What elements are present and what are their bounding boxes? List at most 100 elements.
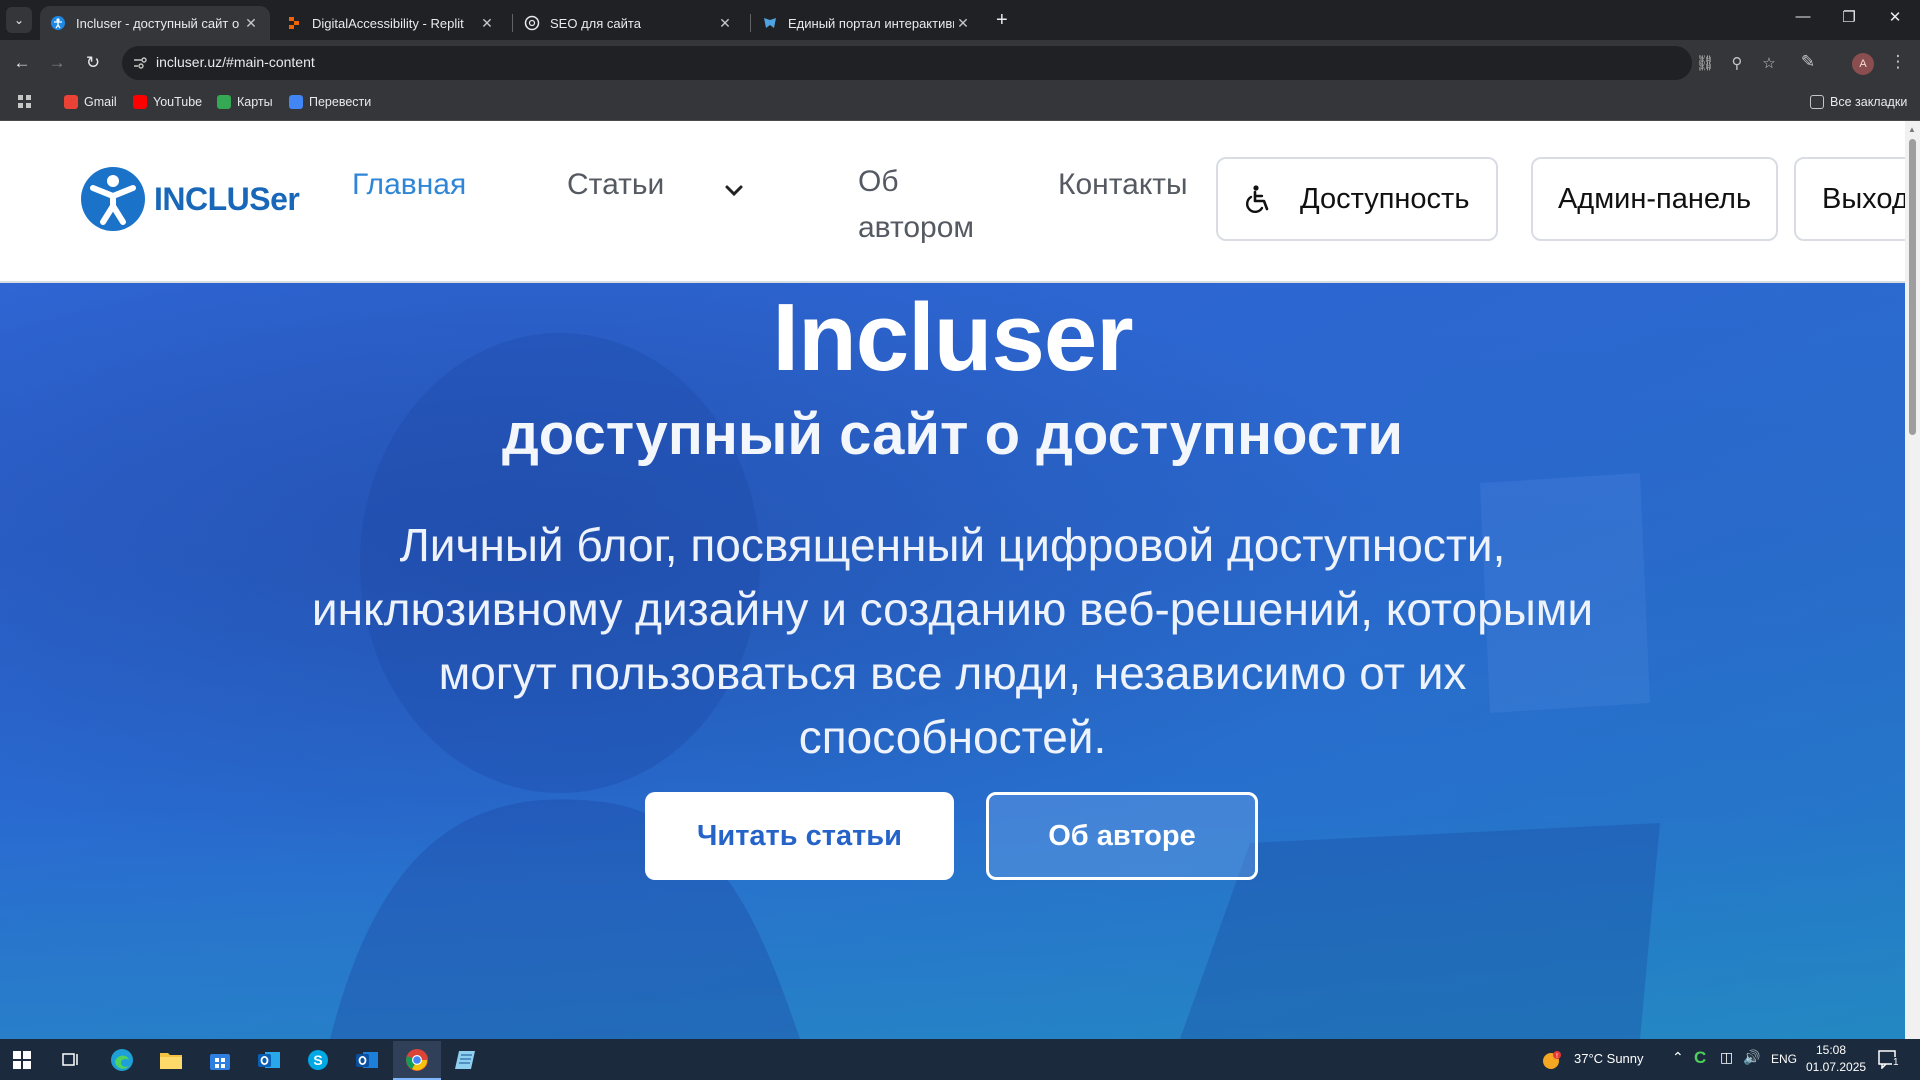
site-info-icon[interactable] — [132, 55, 148, 71]
language-indicator[interactable]: ENG — [1771, 1052, 1797, 1066]
svg-text:!: ! — [1556, 1053, 1558, 1060]
close-tab-icon[interactable]: ✕ — [716, 15, 734, 32]
incluser-favicon-icon — [51, 16, 65, 30]
nav-about[interactable]: Об автором — [858, 159, 974, 251]
youtube-icon — [133, 95, 147, 109]
hero-title: Incluser — [772, 284, 1133, 391]
task-view-icon[interactable] — [56, 1045, 86, 1075]
tab-divider — [512, 14, 513, 32]
hero-subtitle: доступный сайт о доступности — [501, 402, 1404, 467]
browser-tab-incluser[interactable]: Incluser - доступный сайт о до ✕ — [40, 6, 270, 40]
tab-title: SEO для сайта — [550, 15, 641, 31]
page-viewport: INCLUSer Главная Статьи Об автором Конта… — [0, 121, 1905, 1039]
gmail-icon — [64, 95, 78, 109]
forward-icon[interactable]: → — [44, 50, 70, 76]
tab-divider — [750, 14, 751, 32]
browser-tab-replit[interactable]: DigitalAccessibility - Replit ✕ — [276, 6, 506, 40]
windows-taskbar: S ! 37°C Sunny ⌃ C ◫ 🔊 ENG 15:08 01.07.2… — [0, 1039, 1920, 1080]
bookmarks-bar: Gmail YouTube Карты Перевести Все заклад… — [0, 86, 1920, 121]
close-tab-icon[interactable]: ✕ — [242, 15, 260, 32]
outlook-icon[interactable] — [254, 1045, 284, 1075]
skype-icon[interactable]: S — [303, 1045, 333, 1075]
scroll-up-icon[interactable]: ▲ — [1908, 125, 1916, 134]
tab-title: DigitalAccessibility - Replit — [312, 15, 464, 31]
clock-date[interactable]: 01.07.2025 — [1806, 1060, 1866, 1074]
notepad-icon[interactable] — [450, 1045, 480, 1075]
bookmark-label: Gmail — [84, 95, 117, 109]
tray-chevron-up-icon[interactable]: ⌃ — [1672, 1049, 1684, 1066]
tab-search-dropdown-icon[interactable]: ⌄ — [6, 7, 32, 33]
file-explorer-icon[interactable] — [156, 1045, 186, 1075]
volume-icon[interactable]: 🔊 — [1743, 1049, 1760, 1066]
network-icon[interactable]: ◫ — [1720, 1049, 1733, 1066]
nav-about-line2: автором — [858, 211, 975, 244]
clock-time[interactable]: 15:08 — [1816, 1043, 1846, 1057]
svg-text:S: S — [313, 1052, 322, 1068]
all-bookmarks-label: Все закладки — [1830, 95, 1908, 109]
bookmark-translate[interactable]: Перевести — [289, 95, 371, 109]
nav-contacts[interactable]: Контакты — [1058, 168, 1188, 202]
about-author-button[interactable]: Об авторе — [986, 792, 1258, 880]
nav-articles[interactable]: Статьи — [567, 168, 664, 202]
browser-toolbar: ← → ↻ incluser.uz/#main-content ⛓ ⚲ ☆ ✎ … — [0, 40, 1920, 86]
read-articles-button[interactable]: Читать статьи — [645, 792, 954, 880]
replit-favicon-icon — [289, 17, 299, 29]
accessibility-person-logo-icon — [81, 167, 145, 231]
tab-title: Единый портал интерактивны — [788, 15, 954, 31]
windows-start-icon[interactable] — [7, 1045, 37, 1075]
all-bookmarks[interactable]: Все закладки — [1810, 95, 1907, 109]
menu-kebab-icon[interactable]: ⋮ — [1886, 52, 1910, 72]
browser-tab-seo[interactable]: SEO для сайта ✕ — [514, 6, 744, 40]
zoom-icon[interactable]: ⚲ — [1726, 54, 1748, 72]
scrollbar-thumb[interactable] — [1909, 139, 1916, 435]
notifications-count: 1 — [1892, 1057, 1900, 1068]
bookmark-maps[interactable]: Карты — [217, 95, 273, 109]
chrome-taskbar-icon[interactable] — [393, 1041, 441, 1080]
logout-button[interactable]: Выход — [1794, 157, 1905, 241]
close-tab-icon[interactable]: ✕ — [478, 15, 496, 32]
outlook-new-icon[interactable] — [352, 1045, 382, 1075]
minimize-icon[interactable]: — — [1788, 8, 1818, 25]
close-tab-icon[interactable]: ✕ — [954, 15, 972, 32]
profile-avatar[interactable]: A — [1852, 53, 1874, 75]
hero-section: Incluser доступный сайт о доступности Ли… — [0, 283, 1905, 1039]
bookmark-gmail[interactable]: Gmail — [64, 95, 117, 109]
restore-icon[interactable]: ❐ — [1834, 8, 1864, 26]
new-tab-icon[interactable]: + — [996, 9, 1008, 32]
url-text[interactable]: incluser.uz/#main-content — [156, 54, 315, 70]
extensions-icon[interactable]: ✎ — [1796, 52, 1820, 72]
accessibility-button-label: Доступность — [1300, 182, 1470, 215]
bookmark-label: Карты — [237, 95, 273, 109]
admin-panel-button[interactable]: Админ-панель — [1531, 157, 1778, 241]
hero-description: Личный блог, посвященный цифровой доступ… — [311, 519, 1594, 763]
browser-tab-strip: ⌄ Incluser - доступный сайт о до ✕ Digit… — [0, 0, 1920, 40]
bookmark-label: Перевести — [309, 95, 372, 109]
wheelchair-icon — [1246, 185, 1269, 213]
bookmark-label: YouTube — [153, 95, 203, 109]
logout-button-label: Выход — [1822, 182, 1905, 215]
close-window-icon[interactable]: ✕ — [1880, 8, 1910, 26]
site-header: INCLUSer Главная Статьи Об автором Конта… — [0, 121, 1905, 283]
apps-grid-icon[interactable] — [18, 95, 32, 109]
reload-icon[interactable]: ↻ — [80, 50, 106, 76]
translate-icon — [289, 95, 303, 109]
admin-panel-button-label: Админ-панель — [1557, 182, 1752, 215]
password-key-icon[interactable]: ⛓ — [1694, 54, 1716, 72]
chevron-down-icon[interactable] — [722, 179, 746, 208]
edge-browser-icon[interactable] — [107, 1045, 137, 1075]
address-bar[interactable]: incluser.uz/#main-content ⛓ ⚲ ☆ — [122, 46, 1776, 80]
maps-icon — [217, 95, 231, 109]
page-scrollbar[interactable]: ▲ — [1905, 121, 1920, 1039]
weather-icon[interactable]: ! — [1541, 1050, 1563, 1073]
microsoft-store-icon[interactable] — [205, 1045, 235, 1075]
accessibility-button[interactable]: Доступность — [1216, 157, 1498, 241]
bookmark-star-icon[interactable]: ☆ — [1758, 54, 1780, 72]
browser-tab-portal[interactable]: Единый портал интерактивны ✕ — [752, 6, 982, 40]
bookmark-youtube[interactable]: YouTube — [133, 95, 202, 109]
back-icon[interactable]: ← — [9, 50, 35, 76]
chatgpt-favicon-icon — [524, 15, 540, 31]
site-logo[interactable]: INCLUSer — [80, 166, 300, 232]
weather-text[interactable]: 37°C Sunny — [1574, 1051, 1644, 1066]
tray-app-icon[interactable]: C — [1694, 1048, 1706, 1068]
nav-home[interactable]: Главная — [352, 168, 466, 202]
